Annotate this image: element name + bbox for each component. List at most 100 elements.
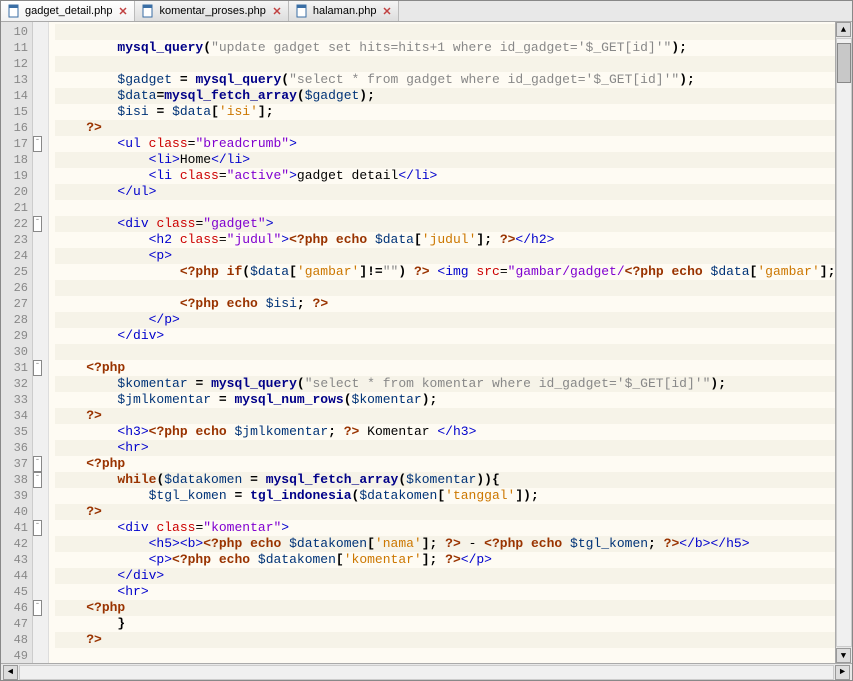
code-line[interactable]: <?php echo $isi; ?>	[55, 296, 852, 312]
code-line[interactable]	[55, 24, 852, 40]
fold-marker[interactable]: -	[33, 600, 48, 616]
fold-marker[interactable]	[33, 280, 48, 296]
code-view[interactable]: mysql_query("update gadget set hits=hits…	[49, 22, 852, 663]
code-line[interactable]: <p>	[55, 248, 852, 264]
fold-marker[interactable]: -	[33, 472, 48, 488]
fold-toggle-icon[interactable]: -	[33, 136, 42, 152]
code-line[interactable]: $jmlkomentar = mysql_num_rows($komentar)…	[55, 392, 852, 408]
code-line[interactable]: <li>Home</li>	[55, 152, 852, 168]
fold-marker[interactable]: -	[33, 136, 48, 152]
code-line[interactable]: <?php	[55, 456, 852, 472]
code-line[interactable]: </div>	[55, 568, 852, 584]
fold-toggle-icon[interactable]: -	[33, 520, 42, 536]
code-line[interactable]: <h3><?php echo $jmlkomentar; ?> Komentar…	[55, 424, 852, 440]
fold-marker[interactable]	[33, 504, 48, 520]
fold-marker[interactable]	[33, 104, 48, 120]
fold-marker[interactable]	[33, 56, 48, 72]
fold-marker[interactable]	[33, 568, 48, 584]
code-line[interactable]: <p><?php echo $datakomen['komentar']; ?>…	[55, 552, 852, 568]
code-line[interactable]: <div class="komentar">	[55, 520, 852, 536]
fold-marker[interactable]	[33, 392, 48, 408]
fold-marker[interactable]	[33, 296, 48, 312]
vscroll-track[interactable]	[836, 38, 852, 647]
code-line[interactable]: $isi = $data['isi'];	[55, 104, 852, 120]
fold-marker[interactable]	[33, 440, 48, 456]
tab-gadget_detail-php[interactable]: gadget_detail.php	[1, 1, 135, 21]
scroll-up-arrow[interactable]: ▲	[836, 22, 851, 37]
fold-marker[interactable]	[33, 344, 48, 360]
code-line[interactable]: $data=mysql_fetch_array($gadget);	[55, 88, 852, 104]
code-line[interactable]: <div class="gadget">	[55, 216, 852, 232]
fold-toggle-icon[interactable]: -	[33, 456, 42, 472]
fold-marker[interactable]	[33, 552, 48, 568]
code-line[interactable]: ?>	[55, 408, 852, 424]
code-line[interactable]: <h5><b><?php echo $datakomen['nama']; ?>…	[55, 536, 852, 552]
fold-marker[interactable]	[33, 184, 48, 200]
code-line[interactable]: while($datakomen = mysql_fetch_array($ko…	[55, 472, 852, 488]
fold-marker[interactable]	[33, 24, 48, 40]
fold-marker[interactable]	[33, 424, 48, 440]
fold-marker[interactable]	[33, 232, 48, 248]
code-line[interactable]: ?>	[55, 632, 852, 648]
fold-marker[interactable]	[33, 168, 48, 184]
code-line[interactable]: <?php if($data['gambar']!="") ?> <img sr…	[55, 264, 852, 280]
code-line[interactable]: <ul class="breadcrumb">	[55, 136, 852, 152]
code-line[interactable]: </div>	[55, 328, 852, 344]
scroll-down-arrow[interactable]: ▼	[836, 648, 851, 663]
fold-marker[interactable]	[33, 120, 48, 136]
code-line[interactable]: <li class="active">gadget detail</li>	[55, 168, 852, 184]
code-line[interactable]: $tgl_komen = tgl_indonesia($datakomen['t…	[55, 488, 852, 504]
fold-marker[interactable]	[33, 376, 48, 392]
fold-marker[interactable]	[33, 536, 48, 552]
fold-toggle-icon[interactable]: -	[33, 472, 42, 488]
code-line[interactable]: <hr>	[55, 584, 852, 600]
fold-marker[interactable]: -	[33, 520, 48, 536]
code-line[interactable]: $komentar = mysql_query("select * from k…	[55, 376, 852, 392]
fold-marker[interactable]	[33, 40, 48, 56]
fold-marker[interactable]	[33, 408, 48, 424]
code-line[interactable]: $gadget = mysql_query("select * from gad…	[55, 72, 852, 88]
fold-marker[interactable]	[33, 88, 48, 104]
fold-marker[interactable]	[33, 264, 48, 280]
fold-marker[interactable]	[33, 584, 48, 600]
code-line[interactable]: <?php	[55, 360, 852, 376]
code-line[interactable]: }	[55, 616, 852, 632]
code-line[interactable]: <?php	[55, 600, 852, 616]
code-line[interactable]	[55, 200, 852, 216]
fold-marker[interactable]	[33, 328, 48, 344]
code-line[interactable]	[55, 56, 852, 72]
code-line[interactable]: ?>	[55, 504, 852, 520]
code-line[interactable]: </ul>	[55, 184, 852, 200]
close-icon[interactable]	[118, 6, 128, 16]
code-line[interactable]: mysql_query("update gadget set hits=hits…	[55, 40, 852, 56]
code-line[interactable]	[55, 344, 852, 360]
fold-marker[interactable]: -	[33, 216, 48, 232]
fold-marker[interactable]	[33, 312, 48, 328]
fold-marker[interactable]: -	[33, 456, 48, 472]
fold-marker[interactable]: -	[33, 360, 48, 376]
code-line[interactable]	[55, 648, 852, 663]
hscroll-track[interactable]	[19, 665, 834, 680]
scroll-right-arrow[interactable]: ►	[835, 665, 850, 680]
code-line[interactable]: ?>	[55, 120, 852, 136]
tab-halaman-php[interactable]: halaman.php	[289, 1, 400, 21]
fold-toggle-icon[interactable]: -	[33, 600, 42, 616]
vscroll-thumb[interactable]	[837, 43, 851, 83]
vertical-scrollbar[interactable]: ▲ ▼	[835, 22, 852, 663]
horizontal-scrollbar[interactable]: ◄ ►	[1, 663, 852, 680]
fold-marker[interactable]	[33, 616, 48, 632]
code-line[interactable]: </p>	[55, 312, 852, 328]
fold-marker[interactable]	[33, 72, 48, 88]
tab-komentar_proses-php[interactable]: komentar_proses.php	[135, 1, 288, 21]
fold-marker[interactable]	[33, 200, 48, 216]
fold-marker[interactable]	[33, 632, 48, 648]
fold-marker[interactable]	[33, 152, 48, 168]
fold-marker[interactable]	[33, 488, 48, 504]
close-icon[interactable]	[382, 6, 392, 16]
fold-marker[interactable]	[33, 248, 48, 264]
code-line[interactable]	[55, 280, 852, 296]
fold-toggle-icon[interactable]: -	[33, 216, 42, 232]
close-icon[interactable]	[272, 6, 282, 16]
scroll-left-arrow[interactable]: ◄	[3, 665, 18, 680]
fold-toggle-icon[interactable]: -	[33, 360, 42, 376]
